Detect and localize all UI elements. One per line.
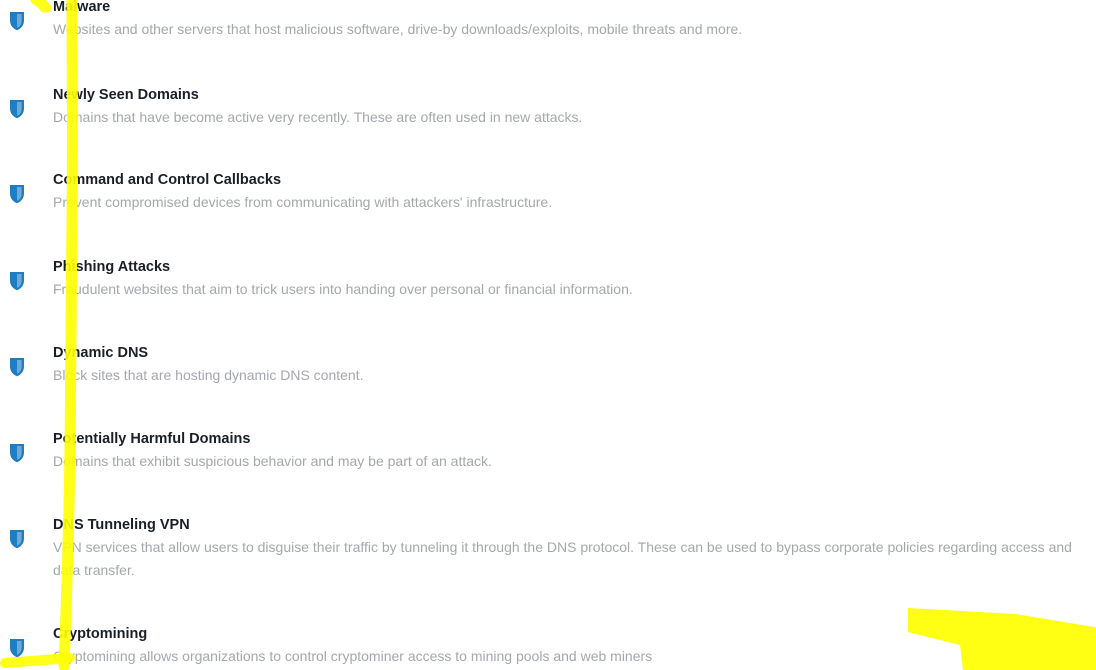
category-description: Prevent compromised devices from communi…: [53, 194, 553, 210]
category-potentially-harmful-domains[interactable]: Potentially Harmful Domains Domains that…: [0, 431, 1096, 511]
shield-icon: [8, 529, 26, 549]
category-title: Cryptomining: [53, 626, 148, 642]
category-title: Dynamic DNS: [53, 345, 149, 361]
category-command-and-control-callbacks[interactable]: Command and Control Callbacks Prevent co…: [0, 172, 1096, 252]
security-categories-page: Malware Websites and other servers that …: [0, 0, 1096, 670]
category-title: Malware: [53, 0, 111, 15]
category-cryptomining[interactable]: Cryptomining Cryptomining allows organiz…: [0, 626, 1096, 670]
category-description: Block sites that are hosting dynamic DNS…: [53, 367, 364, 383]
category-description: VPN services that allow users to disguis…: [53, 539, 1072, 578]
shield-icon: [8, 357, 26, 377]
category-title: Newly Seen Domains: [53, 87, 199, 103]
category-description: Domains that exhibit suspicious behavior…: [53, 453, 492, 469]
category-dns-tunneling-vpn[interactable]: DNS Tunneling VPN VPN services that allo…: [0, 517, 1096, 607]
category-phishing-attacks[interactable]: Phishing Attacks Fraudulent websites tha…: [0, 259, 1096, 339]
category-newly-seen-domains[interactable]: Newly Seen Domains Domains that have bec…: [0, 87, 1096, 167]
category-description: Fraudulent websites that aim to trick us…: [53, 281, 633, 297]
category-title: Command and Control Callbacks: [53, 172, 282, 188]
category-title: Potentially Harmful Domains: [53, 431, 251, 447]
shield-icon: [8, 271, 26, 291]
category-title: Phishing Attacks: [53, 259, 171, 275]
category-description: Websites and other servers that host mal…: [53, 21, 743, 37]
shield-icon: [8, 99, 26, 119]
shield-icon: [8, 443, 26, 463]
shield-icon: [8, 184, 26, 204]
category-dynamic-dns[interactable]: Dynamic DNS Block sites that are hosting…: [0, 345, 1096, 425]
category-description: Domains that have become active very rec…: [53, 109, 583, 125]
category-title: DNS Tunneling VPN: [53, 517, 190, 533]
shield-icon: [8, 638, 26, 658]
shield-icon: [8, 11, 26, 31]
category-description: Cryptomining allows organizations to con…: [53, 648, 653, 664]
category-malware[interactable]: Malware Websites and other servers that …: [0, 0, 1096, 79]
